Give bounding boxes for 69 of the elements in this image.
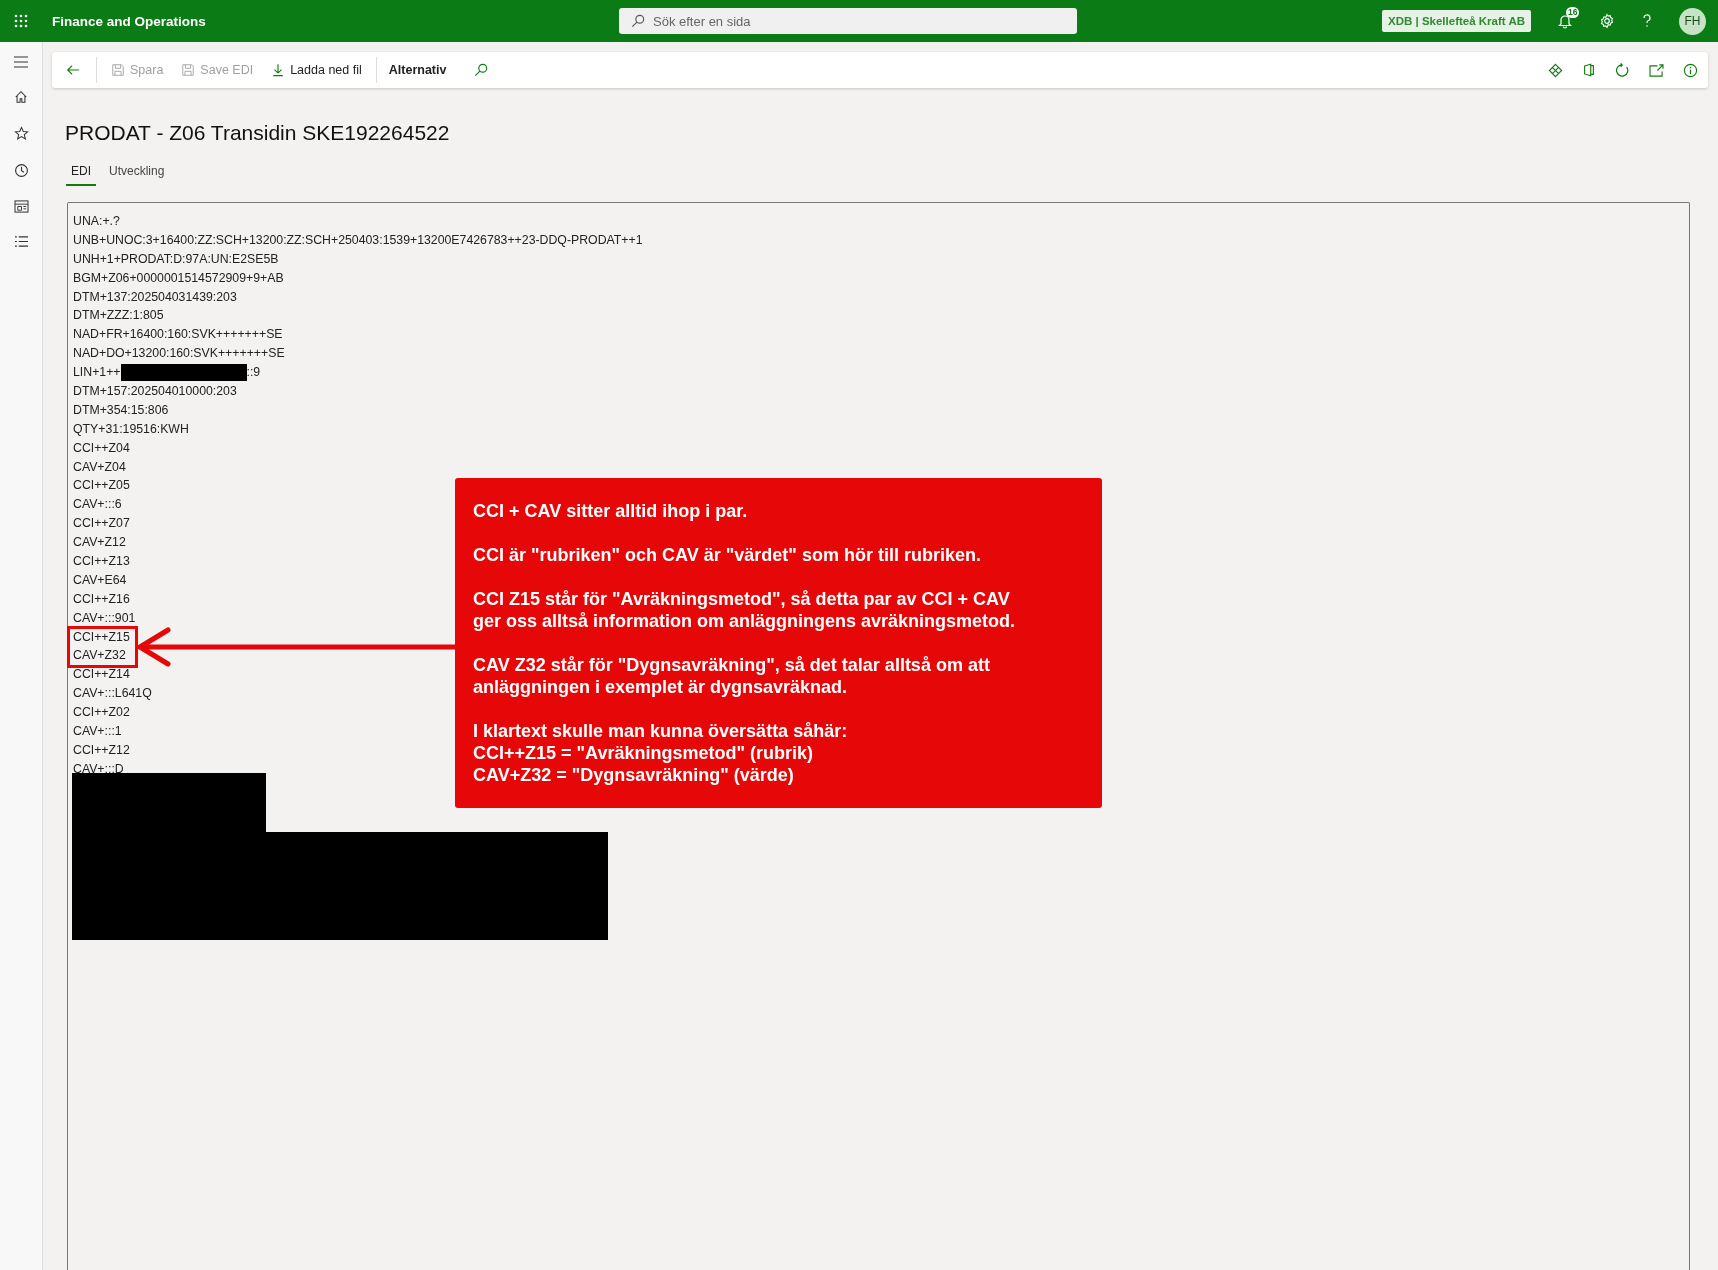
edi-text-area[interactable] [67,202,1690,1270]
code-line: DTM+ZZZ:1:805 [73,307,164,325]
save-icon [181,63,196,77]
back-arrow-icon [66,63,80,77]
bell-icon[interactable] [1557,13,1573,29]
code-line: CCI++Z14 [73,666,130,684]
open-in-new-icon[interactable] [1649,63,1664,77]
code-line: QTY+31:19516:KWH [73,420,189,438]
tab[interactable]: EDI [66,160,96,186]
menu-icon[interactable] [13,56,29,68]
code-line: CCI++Z07 [73,515,130,533]
star-icon[interactable] [13,126,29,141]
callout-text: CCI är "rubriken" och CAV är "värdet" som hör till rubriken. [473,544,982,566]
code-line: CAV+E64 [73,571,127,589]
code-line: CAV+:::901 [73,609,136,627]
app-launcher-icon[interactable] [14,14,28,28]
code-line: UNH+1+PRODAT:D:97A:UN:E2SE5B [73,250,279,268]
code-line: LIN+1++ [73,364,121,382]
code-line: NAD+DO+13200:160:SVK+++++++SE [73,345,285,363]
code-line: CCI++Z15 [73,628,130,646]
code-line: BGM+Z06+0000001514572909+9+AB [73,269,284,287]
user-avatar[interactable]: FH [1679,7,1706,35]
search-icon [631,14,645,28]
code-line: DTM+354:15:806 [73,401,169,419]
code-line: CCI++Z13 [73,553,130,571]
code-line: CCI++Z05 [73,477,130,495]
search-icon [474,63,489,77]
code-line: DTM+157:202504010000:203 [73,383,237,400]
save-icon [111,63,125,77]
callout-text: I klartext skulle man kunna översätta såhär: CCI++Z15 = "Avräkningsmetod" (rubrik) CAV+Z32 = "Dygnsavräkning" (värde) [473,720,849,786]
settings-icon[interactable] [1599,13,1615,29]
page-title: PRODAT - Z06 Transidin SKE192264522 [65,121,451,145]
code-line: CAV+Z12 [73,534,126,552]
download-button[interactable]: Ladda ned fil [267,59,366,81]
download-icon [271,63,286,77]
code-line: CAV+:::6 [73,496,122,514]
callout-text: CCI Z15 står för "Avräkningsmetod", så detta par av CCI + CAV ger oss alltså information om anläggningens avräkningsmetod. [473,588,1017,632]
list-icon[interactable] [13,235,29,248]
options-menu[interactable]: Alternativ [384,59,451,81]
callout-text: CAV Z32 står för "Dygnsavräkning", så det talar alltså om att anläggningen i exemplet är dygnsavräknad. [473,654,991,698]
code-line: CAV+:::L641Q [73,685,152,703]
clock-icon[interactable] [13,163,29,178]
code-line: UNA:+.? [73,213,120,230]
callout-text: CCI + CAV sitter alltid ihop i par. [473,500,749,522]
code-line: CAV+:::1 [73,723,122,741]
code-line: CCI++Z12 [73,741,130,759]
diamond-icon[interactable] [1548,62,1563,78]
code-line: CAV+Z32 [73,647,126,665]
code-line: CCI++Z04 [73,439,130,457]
code-line: UNB+UNOC:3+16400:ZZ:SCH+13200:ZZ:SCH+250403:1539+13200E7426783++23-DDQ-PRODAT++1 [73,231,643,249]
refresh-icon[interactable] [1615,62,1630,78]
code-line: ::9 [246,364,261,382]
code-line: CCI++Z16 [73,590,130,608]
home-icon[interactable] [14,90,28,104]
code-line: CAV+Z04 [73,458,126,476]
code-line: NAD+FR+16400:160:SVK+++++++SE [73,326,283,344]
notification-count: 16 [1566,7,1580,18]
app-title: Finance and Operations [52,13,206,29]
code-line: CCI++Z02 [73,704,130,722]
highlight-frame [67,625,138,668]
code-line: CAV+:::D [73,760,124,778]
code-line: DTM+137:202504031439:203 [73,288,237,306]
info-icon[interactable] [1683,62,1698,78]
office-icon[interactable] [1582,63,1596,77]
search-field[interactable]: Sök efter en sida [619,8,1077,34]
company-button[interactable]: XDB | Skellefteå Kraft AB [1382,10,1531,32]
workspace-icon[interactable] [13,200,29,213]
help-icon[interactable] [1641,13,1653,29]
tab[interactable]: Utveckling [104,160,170,186]
